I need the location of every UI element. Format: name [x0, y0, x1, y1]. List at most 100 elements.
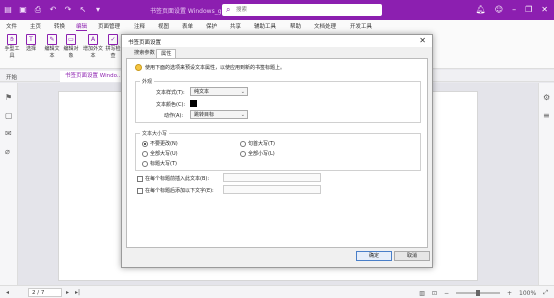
comment-icon[interactable]: ✉ — [5, 129, 12, 138]
radio-sentence-case[interactable]: 句首大写(T) — [240, 140, 275, 147]
restore-icon[interactable]: ❐ — [525, 5, 532, 14]
redo-icon[interactable]: ↷ — [64, 5, 72, 14]
radio-label: 标题大写(T) — [150, 161, 177, 167]
save-icon[interactable]: ▣ — [19, 5, 27, 14]
dropdown-icon[interactable]: ▾ — [94, 5, 102, 14]
add-text-button[interactable]: A 增加外文本 — [82, 34, 104, 60]
font-style-select[interactable]: 纯文本 ⌄ — [190, 87, 248, 96]
view-mode-icon[interactable]: ▥ — [419, 290, 425, 297]
append-after-checkbox[interactable]: 在每个标题后添加以下文字(E): — [137, 187, 214, 194]
search-input[interactable] — [236, 6, 376, 14]
radio-circle — [240, 140, 246, 147]
font-style-value: 纯文本 — [194, 89, 210, 95]
tab-search-params[interactable]: 搜索参数 — [130, 49, 159, 58]
edit-object-button[interactable]: ▭ 编辑对象 — [62, 34, 80, 60]
radio-all-upper[interactable]: 全部大写(U) — [142, 150, 178, 157]
right-panel: ⚙ ≡ — [538, 83, 554, 285]
edit-text-button[interactable]: ✎ 编辑文本 — [43, 34, 61, 60]
radio-no-change[interactable]: 不要更改(N) — [142, 140, 178, 147]
zoom-level[interactable]: 100% — [519, 290, 536, 297]
close-icon[interactable]: ✕ — [541, 5, 548, 14]
zoom-out-icon[interactable]: − — [444, 290, 449, 297]
page-number-field[interactable]: 2 / 7 — [28, 288, 62, 297]
menu-home[interactable]: 主页 — [30, 22, 41, 30]
checkbox-label: 在每个标题前插入此文本(B): — [145, 176, 210, 182]
bookmark-settings-dialog: 书签页面设置 ✕ 搜索参数 属性 使用下面的选项来预设文本属性，以使应用到新的书… — [121, 34, 433, 268]
status-bar: ◂ 2 / 7 ▸ ▸| ▥ ⊡ − + 100% ⤢ — [0, 285, 554, 298]
tool-label: 增加外文本 — [82, 46, 103, 59]
chevron-down-icon: ⌄ — [240, 89, 245, 95]
zoom-slider[interactable] — [456, 290, 500, 296]
dialog-close-icon[interactable]: ✕ — [419, 36, 426, 45]
tab-start[interactable]: 开始 — [6, 73, 17, 81]
menu-annotate[interactable]: 注释 — [134, 22, 145, 30]
minimize-icon[interactable]: – — [512, 5, 516, 14]
menu-help[interactable]: 帮助 — [290, 22, 301, 30]
radio-label: 不要更改(N) — [150, 141, 178, 147]
attachment-icon[interactable]: ⌀ — [5, 147, 10, 156]
menu-share[interactable]: 共享 — [230, 22, 241, 30]
spellcheck-button[interactable]: ✓ 拼写检查 — [104, 34, 122, 60]
user-icon[interactable]: ☺ — [495, 5, 503, 14]
panel-icon[interactable]: ≡ — [543, 111, 550, 120]
first-page-icon[interactable]: ◂ — [6, 289, 9, 296]
checkbox-box — [137, 175, 143, 182]
add-text-icon: A — [88, 34, 98, 45]
cursor-icon[interactable]: ↖ — [79, 5, 87, 14]
menu-accessibility[interactable]: 辅助工具 — [254, 22, 276, 30]
menu-protect[interactable]: 保护 — [206, 22, 217, 30]
ok-button[interactable]: 确定 — [356, 251, 392, 261]
tool-label: 选择 — [25, 46, 36, 52]
undo-icon[interactable]: ↶ — [49, 5, 57, 14]
radio-circle — [240, 150, 246, 157]
menu-page-manage[interactable]: 页面管理 — [98, 22, 120, 30]
quick-access-toolbar: ▤ ▣ ⎙ ↶ ↷ ↖ ▾ — [4, 5, 102, 14]
chevron-down-icon: ⌄ — [240, 112, 245, 118]
menu-form[interactable]: 表单 — [182, 22, 193, 30]
tab-properties[interactable]: 属性 — [156, 49, 177, 58]
dialog-body: 使用下面的选项来预设文本属性，以使应用到新的书签标题上。 外观 文本样式(T):… — [126, 58, 428, 248]
text-color-swatch[interactable] — [190, 100, 197, 107]
fit-page-icon[interactable]: ⊡ — [432, 290, 437, 297]
radio-label: 全部大写(U) — [150, 151, 178, 157]
menu-dev-tools[interactable]: 开发工具 — [350, 22, 372, 30]
hand-tool-button[interactable]: ✋︎ 手型工具 — [3, 34, 21, 60]
radio-circle — [142, 150, 148, 157]
ribbon-menu: 文件 主页 转换 编辑 页面管理 注释 视图 表单 保护 共享 辅助工具 帮助 … — [0, 20, 554, 31]
menu-view[interactable]: 视图 — [158, 22, 169, 30]
text-color-label: 文本颜色(C): — [156, 102, 186, 108]
settings-icon[interactable]: ⚙ — [543, 93, 550, 102]
spellcheck-icon: ✓ — [108, 34, 118, 45]
tab-document[interactable]: 书签页面设置 Windo... — [60, 71, 122, 82]
tool-label: 编辑对象 — [63, 46, 79, 59]
action-value: 跳转目标 — [194, 112, 215, 118]
bookmark-icon[interactable]: ⚑ — [5, 93, 12, 102]
insert-before-input[interactable] — [223, 173, 321, 182]
last-page-icon[interactable]: ▸| — [75, 289, 80, 296]
radio-all-lower[interactable]: 全部小写(L) — [240, 150, 275, 157]
cancel-button[interactable]: 取消 — [394, 251, 430, 261]
insert-before-checkbox[interactable]: 在每个标题前插入此文本(B): — [137, 175, 209, 182]
folder-icon[interactable]: ▤ — [4, 5, 12, 14]
menu-file[interactable]: 文件 — [6, 22, 17, 30]
action-label: 动作(A): — [164, 113, 184, 119]
tip-text: 使用下面的选项来预设文本属性，以使应用到新的书签标题上。 — [145, 65, 286, 71]
edit-text-icon: ✎ — [47, 34, 57, 45]
next-page-icon[interactable]: ▸ — [66, 289, 69, 296]
tool-label: 拼写检查 — [105, 46, 121, 59]
print-icon[interactable]: ⎙ — [34, 5, 42, 14]
radio-title-case[interactable]: 标题大写(T) — [142, 160, 177, 167]
search-box[interactable]: ⌕ — [222, 4, 382, 16]
menu-doc-process[interactable]: 文档处理 — [314, 22, 336, 30]
action-select[interactable]: 跳转目标 ⌄ — [190, 110, 248, 119]
select-tool-button[interactable]: T 选择 — [22, 34, 40, 53]
thumbnail-icon[interactable]: ▢ — [5, 111, 13, 120]
fullscreen-icon[interactable]: ⤢ — [543, 289, 548, 297]
font-style-label: 文本样式(T): — [156, 90, 185, 96]
bell-icon[interactable]: 🔔︎ — [476, 5, 486, 14]
menu-convert[interactable]: 转换 — [54, 22, 65, 30]
append-after-input[interactable] — [223, 185, 321, 194]
zoom-in-icon[interactable]: + — [507, 290, 512, 297]
tip-line: 使用下面的选项来预设文本属性，以使应用到新的书签标题上。 — [135, 64, 285, 71]
menu-edit[interactable]: 编辑 — [76, 22, 88, 31]
